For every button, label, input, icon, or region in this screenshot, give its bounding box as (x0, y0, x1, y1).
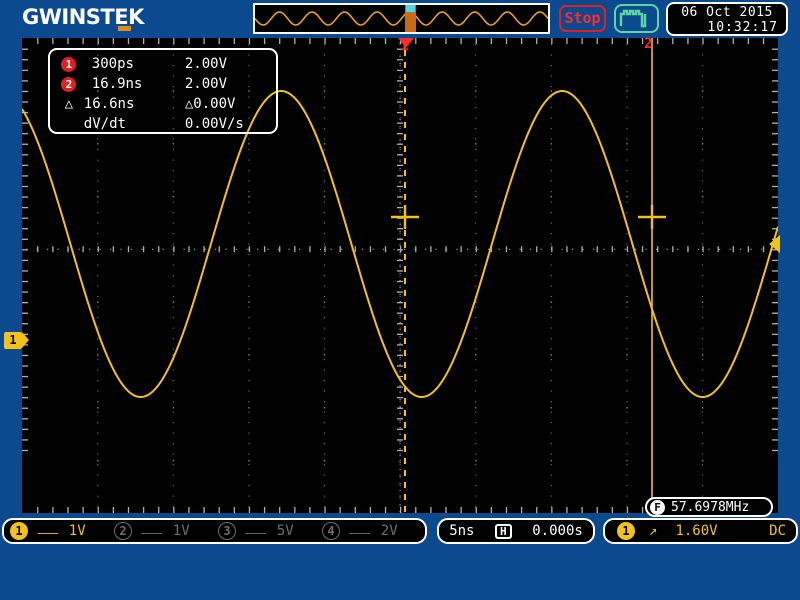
dvdt-label: dV/dt (83, 116, 126, 132)
brand-logo: GWINSTEK (22, 4, 151, 31)
channel-4-setting[interactable]: 4 ⸺ 2V (316, 522, 420, 541)
cursor-row-delta: △ 16.6ns △0.00V (50, 94, 276, 114)
overview-trace (255, 11, 548, 26)
channel1-trace (22, 89, 778, 399)
channel-4-number: 4 (322, 522, 340, 540)
cursor-2-label: 2 (644, 36, 653, 52)
channel-2-number: 2 (114, 522, 132, 540)
cursor-1-crosshair[interactable] (391, 205, 419, 229)
channel-2-setting[interactable]: 2 ⸺ 1V (108, 522, 212, 541)
cursor-2-volt: 2.00V (184, 76, 228, 92)
channel-1-coupling-icon: ⸺ (37, 525, 59, 541)
frequency-value: 57.6978MHz (671, 499, 750, 515)
brand-logo-accent (117, 26, 131, 31)
waveform-overview-preview[interactable] (253, 3, 550, 34)
channel-3-number: 3 (218, 522, 236, 540)
top-bar: GWINSTEK Stop 06 Oct 2015 10:32:17 (0, 0, 800, 38)
timebase-settings[interactable]: 5ns H 0.000s (437, 518, 595, 544)
trigger-coupling: DC (769, 523, 786, 539)
channel-1-setting[interactable]: 1 ⸺ 1V (4, 522, 108, 541)
frequency-counter-badge: F 57.6978MHz (645, 497, 773, 517)
cursor-measurement-panel: 1 300ps 2.00V 2 16.9ns 2.00V △ 16.6ns △0… (48, 48, 278, 134)
trigger-position-label: 1 (400, 38, 409, 54)
trigger-level: 1.60V (675, 523, 718, 539)
run-stop-button[interactable]: Stop (559, 5, 606, 32)
overview-position-marker (406, 5, 415, 12)
trigger-source: 1 (617, 522, 635, 540)
delta-time: 16.6ns (83, 96, 135, 112)
cursor-1-volt: 2.00V (184, 56, 228, 72)
channel-2-scale: 1V (172, 523, 190, 539)
channel-4-scale: 2V (380, 523, 398, 539)
cursor-2-crosshair[interactable] (638, 205, 666, 229)
delta-symbol: △ (64, 96, 74, 112)
trigger-level-marker-icon[interactable] (769, 235, 780, 253)
channel-3-setting[interactable]: 3 ⸺ 5V (212, 522, 316, 541)
slope-blank (58, 114, 80, 134)
date-text: 06 Oct 2015 (681, 5, 773, 20)
horizontal-position-icon: H (494, 523, 512, 539)
cursor-row-1: 1 300ps 2.00V (50, 54, 276, 74)
frequency-icon: F (650, 499, 665, 515)
cursor-1-time: 300ps (91, 56, 134, 72)
dvdt-value: 0.00V/s (184, 116, 244, 132)
channel-1-scale: 1V (68, 523, 86, 539)
pulse-waveform-icon[interactable] (614, 4, 659, 33)
delta-volt: △0.00V (184, 96, 236, 112)
trigger-settings[interactable]: 1 ↗ 1.60V DC (603, 518, 798, 544)
cursor-2-badge: 2 (58, 74, 80, 94)
cursor-2-time: 16.9ns (91, 76, 143, 92)
overview-svg (255, 5, 548, 32)
channel-3-coupling-icon: ⸺ (245, 525, 267, 541)
channel-2-coupling-icon: ⸺ (141, 525, 163, 541)
timebase-scale: 5ns (449, 523, 475, 539)
channel-1-number: 1 (10, 522, 28, 540)
date-time-display: 06 Oct 2015 10:32:17 (666, 2, 788, 36)
trigger-slope-icon: ↗ (649, 523, 658, 539)
time-text: 10:32:17 (707, 20, 778, 35)
cursor-row-2: 2 16.9ns 2.00V (50, 74, 276, 94)
cursor-row-slope: dV/dt 0.00V/s (50, 114, 276, 134)
timebase-offset: 0.000s (532, 523, 583, 539)
pulse-icon-svg (619, 9, 647, 28)
channel-3-scale: 5V (276, 523, 294, 539)
channel-settings-group: 1 ⸺ 1V 2 ⸺ 1V 3 ⸺ 5V 4 ⸺ 2V (2, 518, 427, 544)
channel1-ground-marker[interactable]: 1 (4, 332, 29, 349)
channel-4-coupling-icon: ⸺ (349, 525, 371, 541)
cursor-1-badge: 1 (58, 54, 80, 74)
oscilloscope-screen: GWINSTEK Stop 06 Oct 2015 10:32:17 1 2 1… (0, 0, 800, 600)
status-bar: 1 ⸺ 1V 2 ⸺ 1V 3 ⸺ 5V 4 ⸺ 2V 5ns H 0.000s… (0, 518, 800, 546)
